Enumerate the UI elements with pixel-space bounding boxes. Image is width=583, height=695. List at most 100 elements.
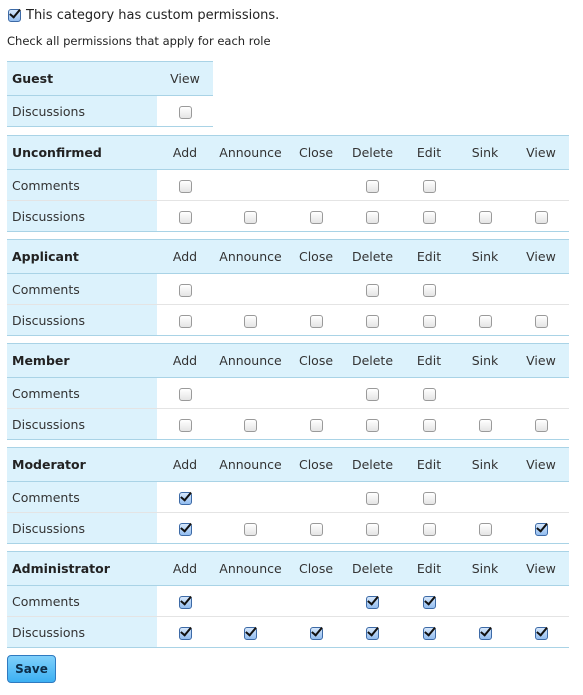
permission-cell	[288, 305, 344, 336]
permission-cell	[513, 409, 569, 440]
row-label: Comments	[7, 481, 157, 513]
permission-checkbox-edit[interactable]	[422, 522, 436, 536]
permission-checkbox-add[interactable]	[178, 418, 192, 432]
permission-checkbox-sink[interactable]	[478, 314, 492, 328]
permission-checkbox-sink[interactable]	[478, 418, 492, 432]
permission-checkbox-edit[interactable]	[422, 418, 436, 432]
permission-cell	[344, 274, 401, 305]
column-header-delete: Delete	[344, 447, 401, 482]
permission-cell	[513, 482, 569, 513]
permission-checkbox-edit[interactable]	[422, 179, 436, 193]
permission-cell	[344, 170, 401, 201]
permission-cell	[288, 170, 344, 201]
permission-row-comments: Comments	[7, 169, 569, 201]
permission-checkbox-delete[interactable]	[366, 522, 379, 536]
permission-cell	[157, 586, 213, 617]
column-header-delete: Delete	[344, 343, 401, 378]
permission-checkbox-delete[interactable]	[366, 595, 379, 609]
permission-checkbox-add[interactable]	[178, 387, 192, 401]
permission-checkbox-edit[interactable]	[422, 283, 436, 297]
permission-checkbox-edit[interactable]	[422, 626, 436, 640]
permission-cell	[213, 170, 288, 201]
permission-checkbox-edit[interactable]	[422, 491, 436, 505]
permission-cell	[213, 586, 288, 617]
permission-checkbox-delete[interactable]	[366, 283, 379, 297]
permission-checkbox-add[interactable]	[178, 522, 192, 536]
role-header-row: Unconfirmed Add Announce Close Delete Edit Sin…	[7, 135, 569, 170]
permission-row-discussions: Discussions	[7, 512, 569, 544]
permission-checkbox-announce[interactable]	[244, 522, 257, 536]
permission-checkbox-delete[interactable]	[366, 626, 379, 640]
permission-checkbox-view[interactable]	[534, 314, 548, 328]
permission-checkbox-add[interactable]	[178, 283, 192, 297]
permission-checkbox-announce[interactable]	[244, 626, 257, 640]
permission-checkbox-view[interactable]	[534, 418, 548, 432]
permission-cell	[213, 482, 288, 513]
permission-checkbox-view[interactable]	[178, 105, 192, 119]
permission-cell	[344, 513, 401, 544]
permission-checkbox-delete[interactable]	[366, 491, 379, 505]
permission-checkbox-close[interactable]	[309, 418, 323, 432]
permission-checkbox-add[interactable]	[178, 179, 192, 193]
permission-checkbox-delete[interactable]	[366, 387, 379, 401]
permission-cell	[513, 201, 569, 232]
permission-checkbox-view[interactable]	[534, 210, 548, 224]
permission-checkbox-edit[interactable]	[422, 387, 436, 401]
permission-row-comments: Comments	[7, 273, 569, 305]
permission-checkbox-add[interactable]	[178, 491, 192, 505]
permission-cell	[457, 201, 513, 232]
column-header-close: Close	[288, 135, 344, 170]
role-header-row: Guest View	[7, 61, 213, 96]
permission-checkbox-edit[interactable]	[422, 210, 436, 224]
custom-permissions-checkbox[interactable]	[8, 9, 21, 22]
permission-row-discussions: Discussions	[7, 200, 569, 232]
permission-checkbox-announce[interactable]	[244, 314, 257, 328]
row-label: Discussions	[7, 200, 157, 232]
permission-checkbox-sink[interactable]	[478, 522, 492, 536]
permission-checkbox-view[interactable]	[534, 626, 548, 640]
permission-cell	[288, 513, 344, 544]
permission-cell	[457, 586, 513, 617]
permission-row-discussions: Discussions	[7, 304, 569, 336]
permission-cell	[401, 170, 457, 201]
column-header-sink: Sink	[457, 343, 513, 378]
column-header-view: View	[513, 135, 569, 170]
permission-cell	[213, 305, 288, 336]
permission-cell	[157, 96, 213, 127]
permission-checkbox-view[interactable]	[534, 522, 548, 536]
save-button[interactable]: Save	[7, 655, 56, 683]
permission-checkbox-delete[interactable]	[366, 179, 379, 193]
permission-checkbox-announce[interactable]	[244, 418, 257, 432]
permission-checkbox-delete[interactable]	[366, 418, 379, 432]
permission-checkbox-delete[interactable]	[366, 210, 379, 224]
permission-checkbox-sink[interactable]	[478, 210, 492, 224]
column-header-sink: Sink	[457, 551, 513, 586]
permission-cell	[288, 274, 344, 305]
row-label: Comments	[7, 169, 157, 201]
permission-cell	[157, 305, 213, 336]
permission-cell	[513, 274, 569, 305]
permission-checkbox-close[interactable]	[309, 522, 323, 536]
permission-checkbox-announce[interactable]	[244, 210, 257, 224]
custom-permissions-toggle[interactable]: This category has custom permissions.	[8, 8, 279, 23]
permission-checkbox-add[interactable]	[178, 626, 192, 640]
permission-checkbox-add[interactable]	[178, 595, 192, 609]
column-header-add: Add	[157, 551, 213, 586]
column-header-add: Add	[157, 343, 213, 378]
permission-checkbox-add[interactable]	[178, 314, 192, 328]
permission-checkbox-delete[interactable]	[366, 314, 379, 328]
permission-cell	[288, 586, 344, 617]
permission-checkbox-edit[interactable]	[422, 314, 436, 328]
permission-cell	[213, 617, 288, 648]
permission-cell	[213, 201, 288, 232]
permission-checkbox-sink[interactable]	[478, 626, 492, 640]
permission-checkbox-close[interactable]	[309, 210, 323, 224]
permission-checkbox-close[interactable]	[309, 626, 323, 640]
column-header-close: Close	[288, 447, 344, 482]
permission-checkbox-add[interactable]	[178, 210, 192, 224]
permission-checkbox-edit[interactable]	[422, 595, 436, 609]
role-table-member: Member Add Announce Close Delete Edit Sink View…	[7, 343, 569, 440]
permission-cell	[288, 378, 344, 409]
permission-cell	[401, 274, 457, 305]
permission-checkbox-close[interactable]	[309, 314, 323, 328]
